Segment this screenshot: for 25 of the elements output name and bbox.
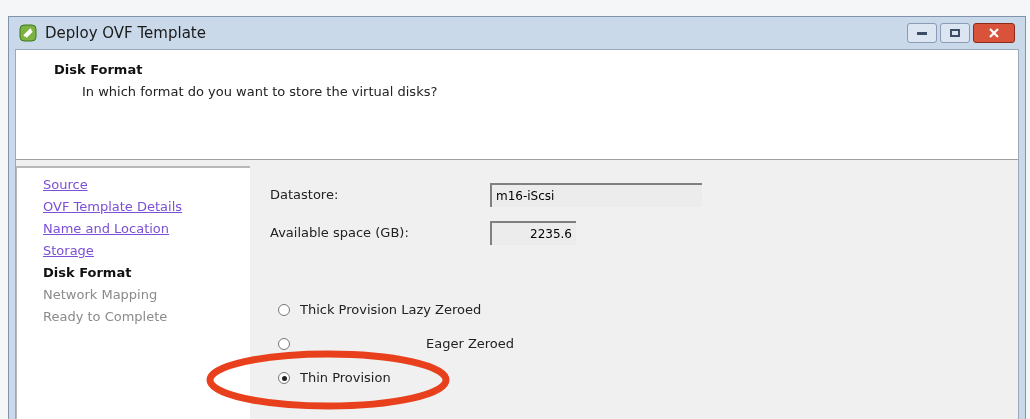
wizard-step: Disk Format <box>43 262 250 284</box>
field-label: Available space (GB): <box>270 224 410 243</box>
wizard-step[interactable]: Name and Location <box>43 218 250 240</box>
wizard-step[interactable]: Source <box>43 174 250 196</box>
close-icon <box>989 28 999 38</box>
read-only-field: m16-iScsi <box>490 183 702 207</box>
close-button[interactable] <box>973 23 1015 43</box>
window-title: Deploy OVF Template <box>45 22 206 44</box>
maximize-button[interactable] <box>940 23 970 43</box>
wizard-step[interactable]: Storage <box>43 240 250 262</box>
page-title: Disk Format <box>54 61 144 79</box>
wizard-step: Network Mapping <box>43 284 250 306</box>
radio-option[interactable]: Thin Provision <box>278 366 1018 390</box>
wizard-step: Ready to Complete <box>43 306 250 328</box>
radio-button[interactable] <box>278 372 290 384</box>
read-only-field: 2235.6 <box>490 221 576 245</box>
field-label: Datastore: <box>270 186 340 205</box>
wizard-step[interactable]: OVF Template Details <box>43 196 250 218</box>
radio-option[interactable]: Thick Provision Lazy Zeroed <box>278 298 1018 322</box>
page-subtitle: In which format do you want to store the virtual disks? <box>81 82 439 101</box>
radio-option[interactable]: Eager Zeroed <box>278 332 1018 356</box>
minimize-button[interactable] <box>907 23 937 43</box>
radio-button[interactable] <box>278 304 290 316</box>
radio-button[interactable] <box>278 338 290 350</box>
app-logo-icon <box>19 24 37 42</box>
